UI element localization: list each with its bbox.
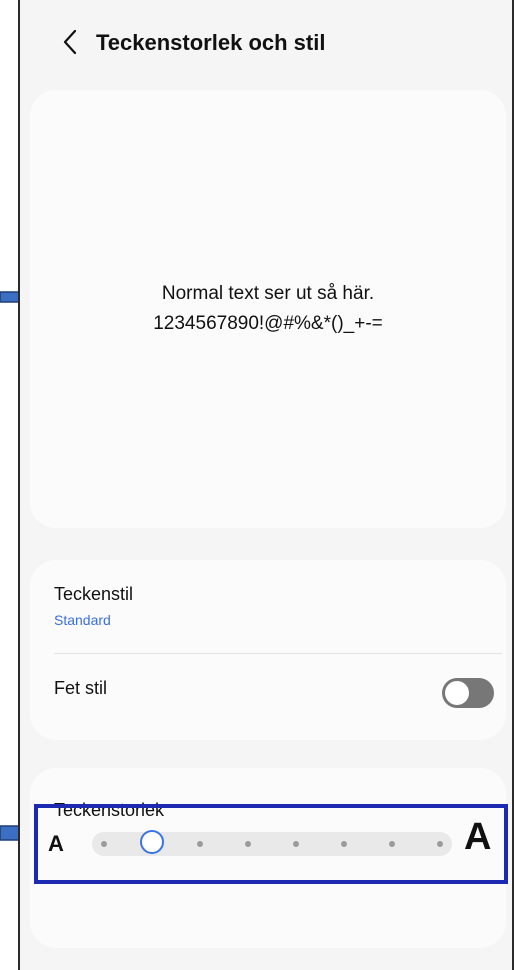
back-button[interactable] [48, 22, 92, 66]
top-app-bar: Teckenstorlek och stil [20, 0, 512, 90]
preview-sample-characters: 1234567890!@#%&*()_+-= [153, 313, 383, 334]
font-style-setting[interactable]: Teckenstil Standard [30, 560, 506, 652]
bold-text-toggle[interactable] [442, 678, 494, 708]
bold-text-label: Fet stil [54, 678, 108, 698]
font-style-value: Standard [54, 612, 111, 628]
annotation-highlight-box [34, 804, 508, 884]
bold-text-setting[interactable]: Fet stil [30, 654, 506, 740]
preview-sample-text: Normal text ser ut så här. [161, 283, 375, 304]
toggle-knob [445, 681, 469, 705]
chevron-left-icon [62, 29, 78, 60]
font-style-label: Teckenstil [54, 584, 134, 604]
text-preview-card: Normal text ser ut så här. 1234567890!@#… [30, 90, 506, 528]
page-title: Teckenstorlek och stil [96, 30, 326, 55]
font-settings-card: Teckenstil Standard Fet stil [30, 560, 506, 740]
